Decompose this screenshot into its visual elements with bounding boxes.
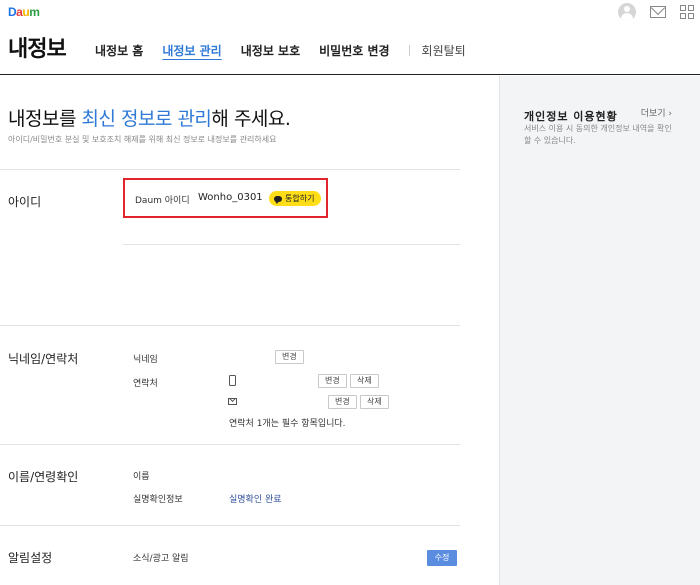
id-section-label: 아이디 bbox=[8, 195, 42, 209]
mail-icon[interactable] bbox=[650, 6, 666, 18]
daum-logo[interactable]: Daum bbox=[8, 5, 40, 19]
daum-id-value: Wonho_0301 bbox=[198, 192, 263, 203]
hero-title-highlight: 최신 정보로 관리 bbox=[81, 108, 212, 130]
email-change-button[interactable]: 변경 bbox=[328, 395, 357, 409]
chat-bubble-icon bbox=[274, 195, 282, 204]
daum-id-label: Daum 아이디 bbox=[135, 196, 190, 206]
divider bbox=[0, 444, 460, 445]
divider bbox=[0, 169, 460, 170]
contact-required-note: 연락처 1개는 필수 항목입니다. bbox=[229, 419, 346, 429]
contact-section-label: 닉네임/연락처 bbox=[8, 352, 79, 366]
tab-my-info-manage[interactable]: 내정보 관리 bbox=[162, 42, 221, 59]
integrate-button-label: 통합하기 bbox=[285, 194, 315, 203]
avatar-icon[interactable] bbox=[618, 3, 636, 21]
email-icon bbox=[228, 398, 237, 405]
alert-edit-button[interactable]: 수정 bbox=[427, 550, 457, 566]
phone-icon bbox=[229, 375, 236, 386]
nickname-label: 닉네임 bbox=[133, 355, 158, 365]
news-alert-label: 소식/광고 알림 bbox=[133, 554, 189, 564]
top-icons bbox=[618, 3, 694, 21]
divider bbox=[0, 325, 460, 326]
privacy-usage-more-link[interactable]: 더보기 › bbox=[641, 106, 672, 119]
alert-section-label: 알림설정 bbox=[8, 551, 53, 565]
hero-title-post: 해 주세요. bbox=[211, 108, 291, 130]
integrate-button[interactable]: 통합하기 bbox=[269, 191, 322, 206]
tab-password-change[interactable]: 비밀번호 변경 bbox=[319, 42, 389, 59]
divider bbox=[0, 525, 460, 526]
apps-grid-icon[interactable] bbox=[680, 5, 694, 19]
hero-subtitle: 아이디/비밀번호 분실 및 보호조치 해제를 위해 최신 정보로 내정보를 관리… bbox=[8, 135, 277, 144]
phone-change-button[interactable]: 변경 bbox=[318, 374, 347, 388]
id-highlight-box: Daum 아이디 Wonho_0301 통합하기 bbox=[123, 178, 328, 218]
tab-withdraw[interactable]: 회원탈퇴 bbox=[422, 42, 466, 59]
name-section-label: 이름/연령확인 bbox=[8, 470, 79, 484]
contact-label: 연락처 bbox=[133, 379, 158, 389]
phone-delete-button[interactable]: 삭제 bbox=[350, 374, 379, 388]
privacy-usage-title: 개인정보 이용현황 bbox=[524, 110, 618, 123]
name-label: 이름 bbox=[133, 472, 150, 482]
page-title: 내정보 bbox=[8, 37, 67, 62]
tab-my-info-protect[interactable]: 내정보 보호 bbox=[241, 42, 300, 59]
nickname-change-button[interactable]: 변경 bbox=[275, 350, 304, 364]
tab-my-info-home[interactable]: 내정보 홈 bbox=[95, 42, 143, 59]
email-delete-button[interactable]: 삭제 bbox=[360, 395, 389, 409]
hero-title: 내정보를 최신 정보로 관리해 주세요. bbox=[8, 104, 291, 131]
verify-label: 실명확인정보 bbox=[133, 495, 183, 505]
privacy-usage-panel: 개인정보 이용현황 더보기 › 서비스 이용 시 동의한 개인정보 내역을 확인… bbox=[499, 76, 700, 585]
verify-status-link[interactable]: 실명확인 완료 bbox=[229, 492, 282, 505]
main-nav: 내정보 홈 내정보 관리 내정보 보호 비밀번호 변경 회원탈퇴 bbox=[95, 42, 466, 59]
divider bbox=[123, 244, 460, 245]
top-header: Daum 내정보 내정보 홈 내정보 관리 내정보 보호 비밀번호 변경 회원탈… bbox=[0, 0, 700, 75]
privacy-usage-description: 서비스 이용 시 동의한 개인정보 내역을 확인할 수 있습니다. bbox=[524, 124, 672, 145]
nav-divider bbox=[408, 45, 410, 56]
hero-title-pre: 내정보를 bbox=[8, 108, 82, 130]
